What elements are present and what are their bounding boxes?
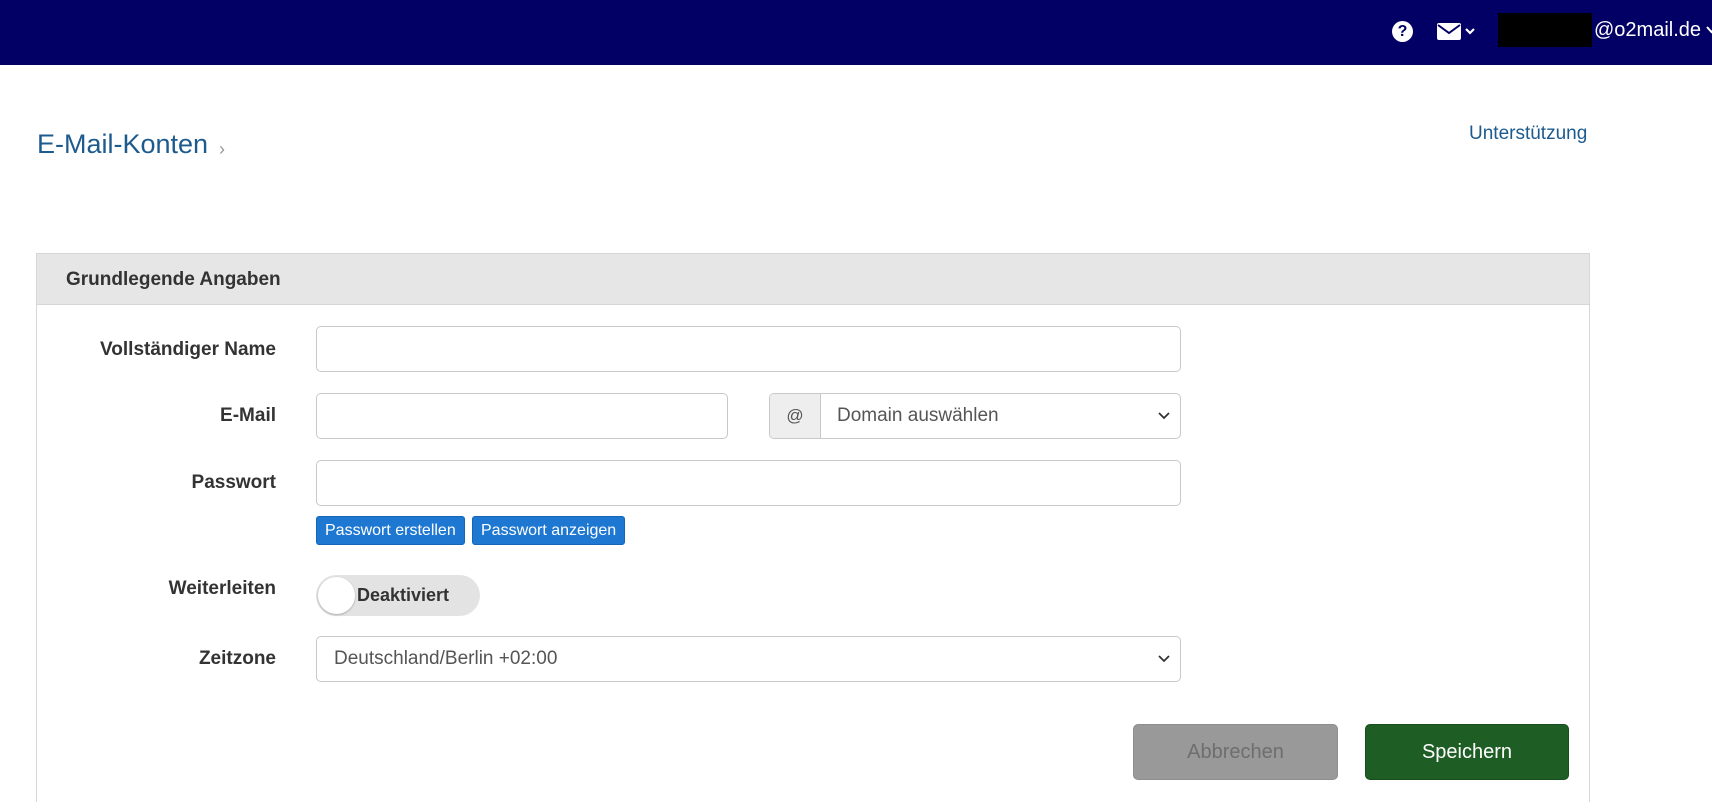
toggle-knob	[318, 577, 355, 614]
password-input[interactable]	[316, 460, 1181, 506]
envelope-icon	[1437, 23, 1475, 40]
help-icon[interactable]: ?	[1392, 21, 1413, 42]
chevron-down-icon	[1158, 655, 1170, 663]
save-button[interactable]: Speichern	[1365, 724, 1569, 780]
email-label: E-Mail	[220, 405, 276, 426]
redacted-username	[1498, 13, 1592, 47]
email-domain-group: @ Domain auswählen	[769, 393, 1181, 439]
create-password-button[interactable]: Passwort erstellen	[316, 516, 465, 545]
domain-select[interactable]: Domain auswählen	[821, 394, 1180, 438]
mail-menu-button[interactable]	[1437, 22, 1477, 42]
forwarding-label: Weiterleiten	[168, 578, 276, 599]
support-link[interactable]: Unterstützung	[1469, 123, 1587, 145]
full-name-input[interactable]	[316, 326, 1181, 372]
toggle-state-text: Deaktiviert	[357, 585, 450, 605]
panel-header: Grundlegende Angaben	[37, 254, 1589, 305]
user-email-domain: @o2mail.de	[1594, 18, 1702, 41]
top-navigation-bar: ? @o2mail.de	[0, 0, 1712, 65]
timezone-label: Zeitzone	[198, 648, 276, 669]
email-local-part-input[interactable]	[316, 393, 728, 439]
user-account-menu[interactable]: @o2mail.de	[1498, 13, 1712, 47]
chevron-down-icon	[1158, 412, 1170, 420]
forwarding-toggle[interactable]: Deaktiviert	[316, 575, 480, 616]
panel-title: Grundlegende Angaben	[66, 269, 281, 290]
timezone-select[interactable]: Deutschland/Berlin +02:00	[316, 636, 1181, 682]
cancel-button[interactable]: Abbrechen	[1133, 724, 1338, 780]
at-sign-addon: @	[770, 394, 821, 438]
domain-select-value: Domain auswählen	[837, 405, 999, 426]
breadcrumb-email-accounts[interactable]: E-Mail-Konten	[37, 129, 208, 160]
password-label: Passwort	[191, 472, 276, 493]
full-name-label: Vollständiger Name	[100, 339, 276, 360]
breadcrumb-separator-icon: ›	[219, 139, 225, 159]
chevron-down-icon	[1706, 26, 1712, 34]
chevron-down-icon	[1465, 28, 1475, 35]
show-password-button[interactable]: Passwort anzeigen	[472, 516, 626, 545]
timezone-select-value: Deutschland/Berlin +02:00	[334, 648, 558, 669]
